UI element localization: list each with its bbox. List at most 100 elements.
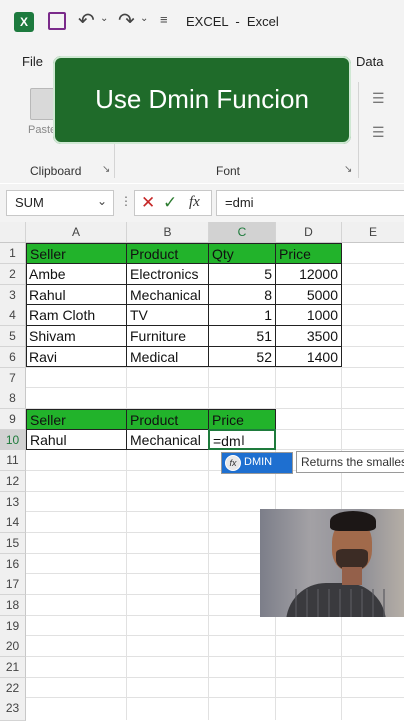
row-header[interactable]: 21 — [0, 657, 26, 678]
row-header[interactable]: 22 — [0, 678, 26, 699]
row-header[interactable]: 3 — [0, 285, 26, 306]
table-cell[interactable]: 3500 — [276, 326, 341, 346]
table-cell[interactable]: Medical — [127, 347, 208, 367]
table-cell[interactable]: Electronics — [127, 264, 208, 284]
name-box-value: SUM — [15, 195, 44, 210]
customize-toolbar-icon[interactable]: ≡ — [160, 12, 168, 27]
table-cell[interactable]: Mechanical — [127, 285, 208, 305]
save-icon[interactable] — [48, 12, 66, 30]
criteria-header-cell[interactable]: Seller — [26, 409, 127, 430]
row-header[interactable]: 1 — [0, 243, 26, 264]
function-tooltip: Returns the smalles — [296, 451, 404, 473]
table-cell[interactable]: 52 — [209, 347, 275, 367]
criteria-header-cell[interactable]: Price — [208, 409, 276, 430]
table-cell[interactable]: Shivam — [26, 326, 126, 346]
row-header[interactable]: 16 — [0, 554, 26, 575]
gridline — [26, 656, 404, 657]
formula-bar-grip-icon: ⋮ — [120, 194, 132, 208]
table-header-cell[interactable]: Qty — [208, 243, 276, 264]
autocomplete-label: DMIN — [244, 456, 273, 468]
column-headers: A B C D E — [0, 222, 404, 243]
row-header[interactable]: 12 — [0, 471, 26, 492]
table-cell[interactable]: Furniture — [127, 326, 208, 346]
undo-icon[interactable]: ↶ — [78, 8, 95, 33]
redo-icon[interactable]: ↷ — [118, 8, 135, 33]
row-header[interactable]: 23 — [0, 698, 26, 721]
row-header[interactable]: 7 — [0, 368, 26, 389]
presenter-neck — [342, 567, 362, 585]
table-cell[interactable]: 51 — [209, 326, 275, 346]
insert-function-icon[interactable]: fx — [189, 194, 200, 211]
undo-dropdown-icon[interactable]: ⌄ — [100, 13, 108, 24]
table-cell[interactable]: 5000 — [276, 285, 341, 305]
table-cell[interactable]: 12000 — [276, 264, 341, 284]
table-border — [26, 284, 342, 285]
select-all-corner[interactable] — [0, 222, 26, 242]
gridline — [26, 367, 404, 368]
window-title: EXCEL - Excel — [186, 14, 279, 29]
presenter-video — [260, 509, 404, 617]
presenter-shirt-stripes — [286, 589, 386, 617]
row-header[interactable]: 8 — [0, 388, 26, 409]
row-header[interactable]: 14 — [0, 512, 26, 533]
paste-label[interactable]: Paste — [28, 124, 56, 136]
column-header[interactable]: B — [127, 222, 209, 242]
table-header-cell[interactable]: Seller — [26, 243, 127, 264]
criteria-cell[interactable]: Rahul — [26, 429, 127, 450]
table-cell[interactable]: Ravi — [26, 347, 126, 367]
table-cell[interactable]: 1000 — [276, 305, 341, 325]
menu-data[interactable]: Data — [356, 54, 383, 69]
clipboard-group-label: Clipboard — [30, 164, 82, 178]
table-header-cell[interactable]: Price — [275, 243, 342, 264]
column-header[interactable]: C — [209, 222, 276, 242]
autocomplete-item[interactable]: fx DMIN — [221, 452, 293, 474]
formula-input-value: =dmi — [225, 195, 254, 210]
font-launcher-icon[interactable]: ↘ — [344, 164, 352, 175]
table-cell[interactable]: 5 — [209, 264, 275, 284]
row-header[interactable]: 2 — [0, 264, 26, 285]
table-border — [26, 346, 342, 347]
column-header[interactable]: E — [342, 222, 404, 242]
row-header[interactable]: 4 — [0, 305, 26, 326]
text-cursor-icon: I — [241, 432, 245, 448]
table-cell[interactable]: 8 — [209, 285, 275, 305]
formula-input[interactable]: =dmi — [216, 190, 404, 216]
enter-check-icon[interactable]: ✓ — [163, 193, 177, 213]
row-header[interactable]: 13 — [0, 492, 26, 513]
criteria-cell[interactable]: Mechanical — [126, 429, 209, 450]
gridline — [26, 491, 404, 492]
menu-file[interactable]: File — [22, 54, 43, 69]
excel-logo-icon: X — [14, 12, 34, 32]
row-header[interactable]: 9 — [0, 409, 26, 430]
row-header[interactable]: 5 — [0, 326, 26, 347]
row-header[interactable]: 20 — [0, 636, 26, 657]
table-cell[interactable]: 1400 — [276, 347, 341, 367]
align-left-icon[interactable]: ☰ — [372, 124, 385, 141]
table-cell[interactable]: Rahul — [26, 285, 126, 305]
table-cell[interactable]: 1 — [209, 305, 275, 325]
table-cell[interactable]: TV — [127, 305, 208, 325]
row-header[interactable]: 19 — [0, 616, 26, 637]
table-border — [26, 325, 342, 326]
table-cell[interactable]: Ram Cloth — [26, 305, 126, 325]
redo-dropdown-icon[interactable]: ⌄ — [140, 13, 148, 24]
row-header[interactable]: 18 — [0, 595, 26, 616]
row-header[interactable]: 6 — [0, 347, 26, 368]
row-header[interactable]: 10 — [0, 430, 26, 451]
row-header[interactable]: 17 — [0, 574, 26, 595]
chevron-down-icon[interactable]: ⌄ — [97, 194, 107, 208]
row-header[interactable]: 15 — [0, 533, 26, 554]
criteria-header-cell[interactable]: Product — [126, 409, 209, 430]
column-header[interactable]: D — [276, 222, 342, 242]
function-tooltip-text: Returns the smalles — [301, 455, 404, 469]
table-cell[interactable]: Ambe — [26, 264, 126, 284]
name-box[interactable]: SUM ⌄ — [6, 190, 114, 216]
clipboard-launcher-icon[interactable]: ↘ — [102, 164, 110, 175]
table-border — [275, 264, 276, 367]
table-header-cell[interactable]: Product — [126, 243, 209, 264]
column-header[interactable]: A — [26, 222, 127, 242]
align-top-icon[interactable]: ☰ — [372, 90, 385, 107]
row-header[interactable]: 11 — [0, 450, 26, 471]
cancel-icon[interactable]: ✕ — [141, 193, 155, 213]
table-border — [208, 264, 209, 367]
